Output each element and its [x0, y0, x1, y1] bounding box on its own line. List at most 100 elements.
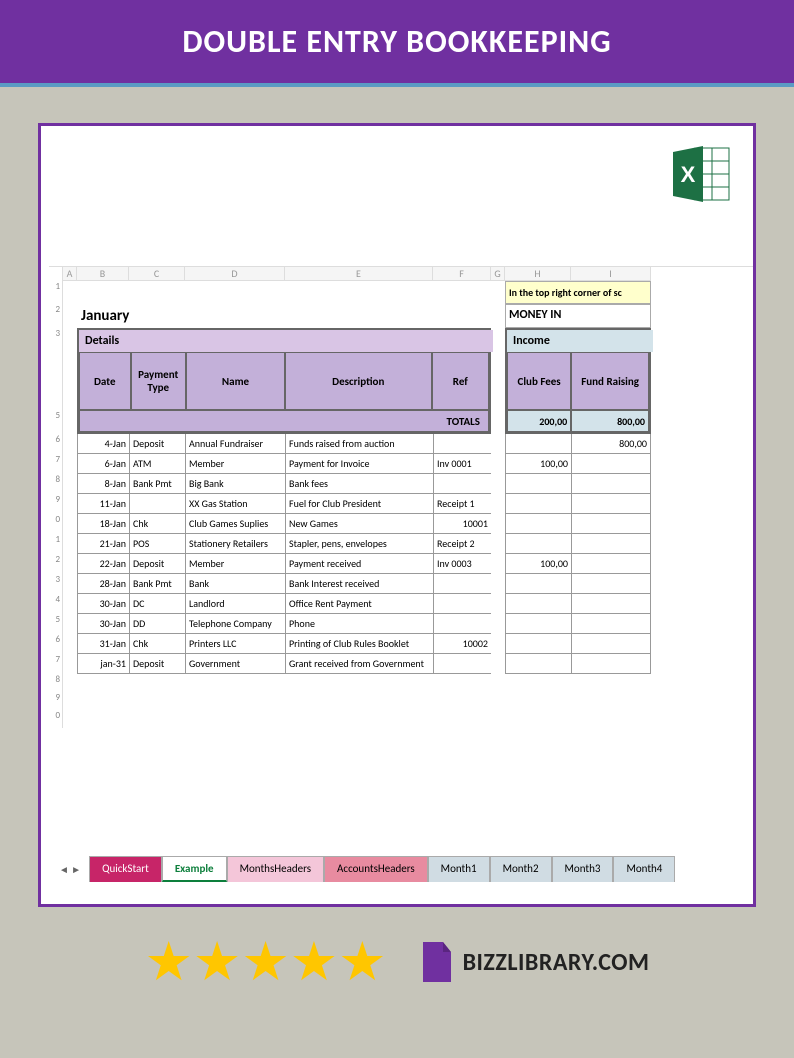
sheet-tab-example[interactable]: Example — [162, 856, 227, 882]
cell-desc[interactable]: Bank fees — [285, 474, 433, 494]
cell-fund-raising[interactable] — [571, 634, 651, 654]
sheet-tab-month4[interactable]: Month4 — [613, 856, 675, 882]
cell-club-fees[interactable] — [505, 534, 571, 554]
cell-date[interactable]: 30-Jan — [77, 614, 129, 634]
cell-ptype[interactable]: Deposit — [129, 654, 185, 674]
cell-desc[interactable]: Stapler, pens, envelopes — [285, 534, 433, 554]
cell-name[interactable]: Landlord — [185, 594, 285, 614]
cell-name[interactable]: Telephone Company — [185, 614, 285, 634]
col-E[interactable]: E — [285, 267, 433, 281]
cell-date[interactable]: 22-Jan — [77, 554, 129, 574]
cell-fund-raising[interactable] — [571, 474, 651, 494]
cell-ptype[interactable]: DD — [129, 614, 185, 634]
cell-desc[interactable]: Payment received — [285, 554, 433, 574]
cell-ptype[interactable]: ATM — [129, 454, 185, 474]
cell-date[interactable]: 6-Jan — [77, 454, 129, 474]
cell-ref[interactable] — [433, 434, 491, 454]
col-G[interactable]: G — [491, 267, 505, 281]
cell-club-fees[interactable] — [505, 494, 571, 514]
cell-ref[interactable]: Receipt 1 — [433, 494, 491, 514]
cell-club-fees[interactable]: 100,00 — [505, 554, 571, 574]
cell-date[interactable]: 21-Jan — [77, 534, 129, 554]
cell-name[interactable]: Annual Fundraiser — [185, 434, 285, 454]
cell-club-fees[interactable] — [505, 574, 571, 594]
cell-club-fees[interactable] — [505, 434, 571, 454]
cell-name[interactable]: Printers LLC — [185, 634, 285, 654]
col-I[interactable]: I — [571, 267, 651, 281]
cell-ptype[interactable]: DC — [129, 594, 185, 614]
cell-desc[interactable]: Printing of Club Rules Booklet — [285, 634, 433, 654]
cell-ref[interactable]: 10001 — [433, 514, 491, 534]
cell-ptype[interactable]: POS — [129, 534, 185, 554]
cell-ref[interactable]: 10002 — [433, 634, 491, 654]
table-row[interactable]: 530-JanDDTelephone CompanyPhone — [49, 614, 753, 634]
col-B[interactable]: B — [77, 267, 129, 281]
cell-desc[interactable]: New Games — [285, 514, 433, 534]
cell-fund-raising[interactable] — [571, 614, 651, 634]
table-row[interactable]: 018-JanChkClub Games SupliesNew Games100… — [49, 514, 753, 534]
cell-ptype[interactable] — [129, 494, 185, 514]
cell-club-fees[interactable] — [505, 594, 571, 614]
cell-fund-raising[interactable]: 800,00 — [571, 434, 651, 454]
sheet-tab-quickstart[interactable]: QuickStart — [89, 856, 162, 882]
cell-date[interactable]: 18-Jan — [77, 514, 129, 534]
cell-name[interactable]: Club Games Suplies — [185, 514, 285, 534]
col-F[interactable]: F — [433, 267, 491, 281]
cell-club-fees[interactable] — [505, 514, 571, 534]
table-row[interactable]: 911-JanXX Gas StationFuel for Club Presi… — [49, 494, 753, 514]
money-in-label[interactable]: MONEY IN — [505, 304, 651, 328]
cell-fund-raising[interactable] — [571, 654, 651, 674]
table-row[interactable]: 64-JanDepositAnnual FundraiserFunds rais… — [49, 434, 753, 454]
sheet-tab-monthsheaders[interactable]: MonthsHeaders — [227, 856, 324, 882]
table-row[interactable]: 328-JanBank PmtBankBank Interest receive… — [49, 574, 753, 594]
cell-club-fees[interactable] — [505, 614, 571, 634]
cell-desc[interactable]: Phone — [285, 614, 433, 634]
col-D[interactable]: D — [185, 267, 285, 281]
cell-club-fees[interactable] — [505, 474, 571, 494]
cell-fund-raising[interactable] — [571, 554, 651, 574]
table-row[interactable]: 76-JanATMMemberPayment for InvoiceInv 00… — [49, 454, 753, 474]
cell-name[interactable]: Government — [185, 654, 285, 674]
cell-desc[interactable]: Office Rent Payment — [285, 594, 433, 614]
cell-ptype[interactable]: Deposit — [129, 554, 185, 574]
cell-ptype[interactable]: Bank Pmt — [129, 574, 185, 594]
cell-desc[interactable]: Grant received from Government — [285, 654, 433, 674]
cell-fund-raising[interactable] — [571, 574, 651, 594]
cell-club-fees[interactable] — [505, 654, 571, 674]
table-row[interactable]: 88-JanBank PmtBig BankBank fees — [49, 474, 753, 494]
cell-fund-raising[interactable] — [571, 534, 651, 554]
cell-ref[interactable]: Receipt 2 — [433, 534, 491, 554]
cell-club-fees[interactable]: 100,00 — [505, 454, 571, 474]
cell-ref[interactable] — [433, 614, 491, 634]
table-row[interactable]: 7jan-31DepositGovernmentGrant received f… — [49, 654, 753, 674]
cell-name[interactable]: Member — [185, 554, 285, 574]
col-A[interactable]: A — [63, 267, 77, 281]
sheet-tab-month1[interactable]: Month1 — [428, 856, 490, 882]
month-label[interactable]: January — [77, 304, 185, 328]
cell-desc[interactable]: Bank Interest received — [285, 574, 433, 594]
cell-ptype[interactable]: Chk — [129, 514, 185, 534]
cell-fund-raising[interactable] — [571, 514, 651, 534]
cell-date[interactable]: 11-Jan — [77, 494, 129, 514]
cell-date[interactable]: 8-Jan — [77, 474, 129, 494]
cell-ptype[interactable]: Bank Pmt — [129, 474, 185, 494]
cell-name[interactable]: Member — [185, 454, 285, 474]
cell-ptype[interactable]: Chk — [129, 634, 185, 654]
cell-date[interactable]: 30-Jan — [77, 594, 129, 614]
sheet-tab-month3[interactable]: Month3 — [552, 856, 614, 882]
cell-date[interactable]: 31-Jan — [77, 634, 129, 654]
cell-ref[interactable] — [433, 574, 491, 594]
cell-date[interactable]: 28-Jan — [77, 574, 129, 594]
tab-nav[interactable]: ◄ ► — [59, 863, 81, 876]
note-cell[interactable]: In the top right corner of sc — [505, 281, 651, 304]
cell-desc[interactable]: Fuel for Club President — [285, 494, 433, 514]
col-C[interactable]: C — [129, 267, 185, 281]
cell-fund-raising[interactable] — [571, 594, 651, 614]
cell-desc[interactable]: Payment for Invoice — [285, 454, 433, 474]
table-row[interactable]: 121-JanPOSStationery RetailersStapler, p… — [49, 534, 753, 554]
cell-fund-raising[interactable] — [571, 454, 651, 474]
cell-name[interactable]: Big Bank — [185, 474, 285, 494]
cell-ref[interactable] — [433, 474, 491, 494]
cell-ref[interactable]: Inv 0003 — [433, 554, 491, 574]
cell-name[interactable]: XX Gas Station — [185, 494, 285, 514]
